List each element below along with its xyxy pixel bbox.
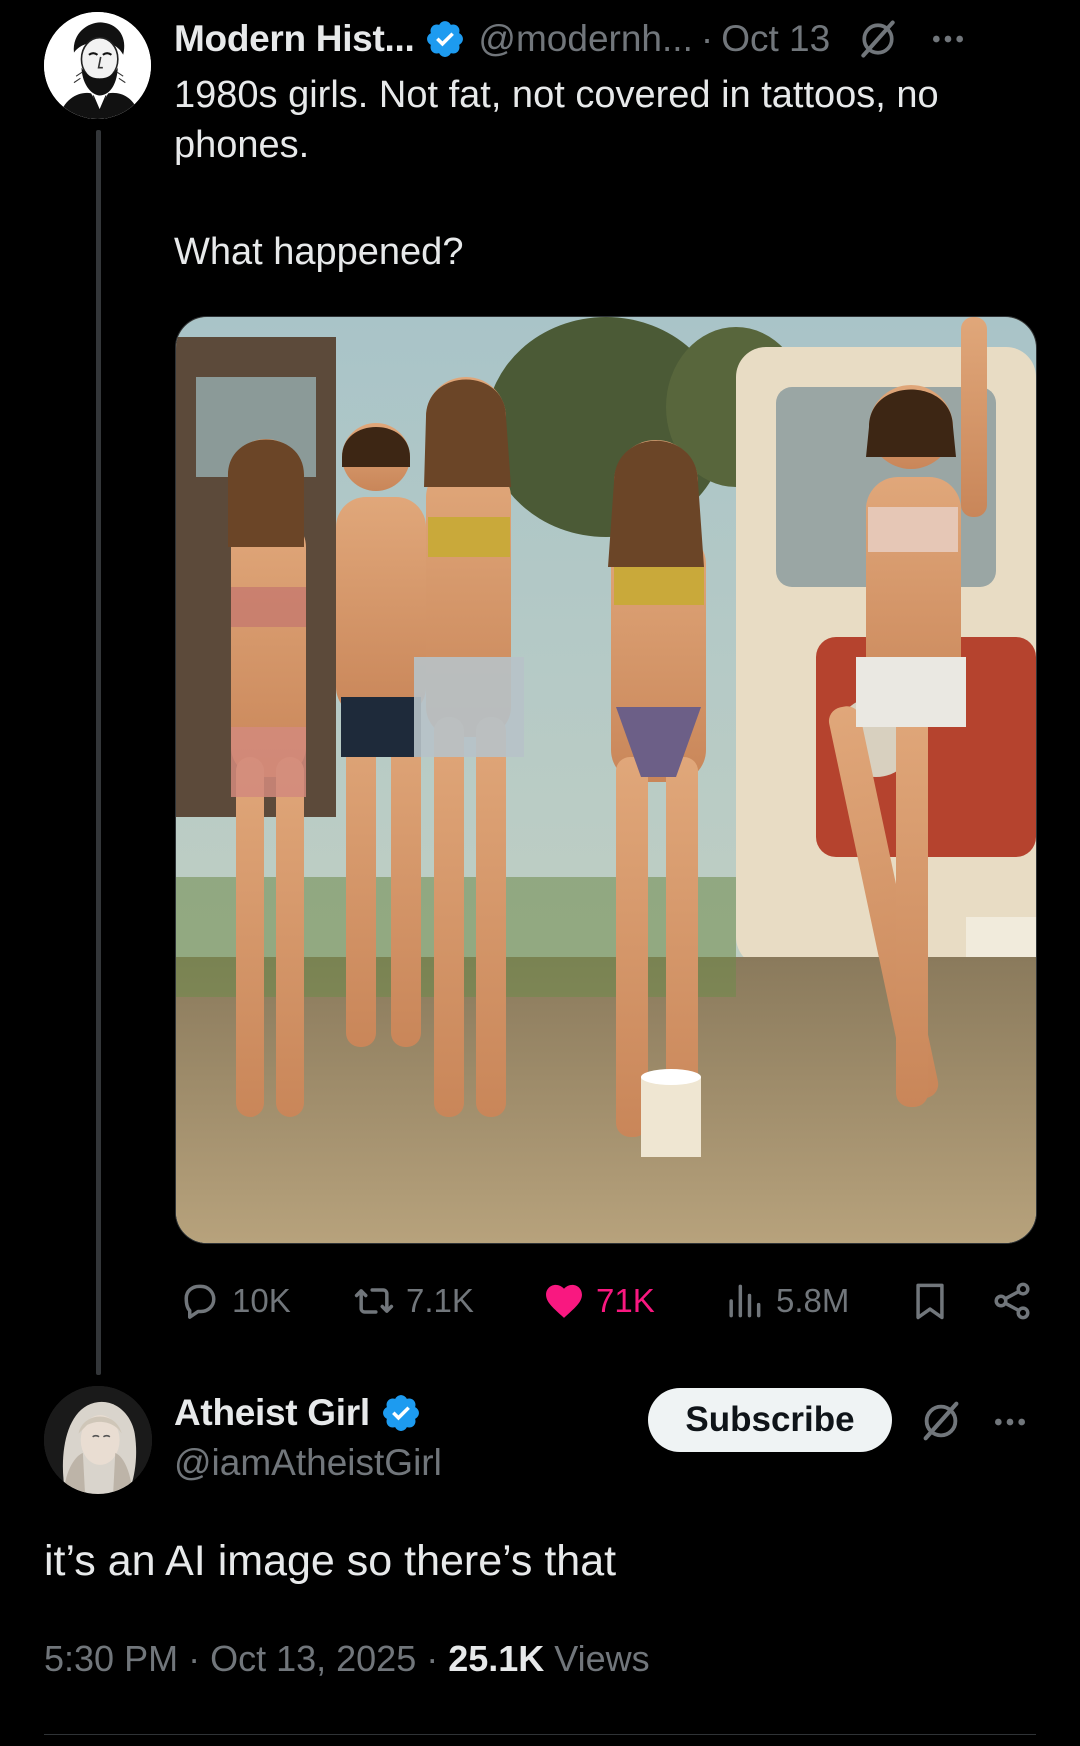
avatar[interactable]	[44, 1386, 152, 1494]
share-button[interactable]	[990, 1275, 1034, 1327]
tweet-metadata: 5:30 PM · Oct 13, 2025 · 25.1K Views	[44, 1638, 650, 1680]
heart-icon	[546, 1284, 582, 1318]
repost-button[interactable]: 7.1K	[352, 1275, 474, 1327]
tweet-photo[interactable]	[175, 316, 1037, 1244]
verified-badge-icon[interactable]	[380, 1392, 422, 1434]
photo-image	[176, 317, 1036, 1243]
grok-icon[interactable]	[918, 1398, 964, 1444]
views-label: Views	[544, 1638, 650, 1679]
divider	[44, 1734, 1036, 1735]
tweet-text-line: What happened?	[174, 231, 464, 273]
share-icon	[994, 1282, 1030, 1320]
views-count: 25.1K	[448, 1638, 545, 1679]
views-icon	[729, 1284, 761, 1318]
tweet-text-line: 1980s girls. Not fat, not covered in tat…	[174, 74, 939, 166]
like-button[interactable]: 71K	[542, 1275, 655, 1327]
views-count: 5.8M	[776, 1282, 850, 1319]
handle[interactable]: @modernh...	[478, 18, 692, 60]
tweet-header: Modern Hist... @modernh... · Oct 13	[174, 14, 1044, 64]
verified-badge-icon[interactable]	[424, 18, 466, 60]
tweet-actions: 10K 7.1K 71K 5.8M	[174, 1275, 1044, 1327]
reply-button[interactable]: 10K	[178, 1275, 291, 1327]
like-count: 71K	[596, 1282, 655, 1319]
profile-photo-icon	[44, 1386, 152, 1494]
more-icon[interactable]	[928, 19, 968, 59]
separator: ·	[416, 1638, 449, 1679]
tweet-date[interactable]: Oct 13, 2025	[210, 1638, 416, 1679]
tweet-body: 1980s girls. Not fat, not covered in tat…	[174, 70, 1034, 277]
timestamp[interactable]: Oct 13	[721, 18, 830, 60]
reply-icon	[184, 1284, 216, 1319]
reply-header: Atheist Girl	[174, 1388, 422, 1438]
display-name[interactable]: Modern Hist...	[174, 18, 415, 60]
reply-text: it’s an AI image so there’s that	[44, 1537, 617, 1585]
separator: ·	[178, 1638, 211, 1679]
subscribe-button[interactable]: Subscribe	[648, 1388, 892, 1452]
repost-count: 7.1K	[406, 1282, 474, 1319]
bookmark-icon	[916, 1283, 944, 1320]
tweet-time[interactable]: 5:30 PM	[44, 1638, 178, 1679]
reply-count: 10K	[232, 1282, 291, 1319]
repost-icon	[354, 1288, 394, 1314]
display-name[interactable]: Atheist Girl	[174, 1392, 370, 1434]
views-button[interactable]: 5.8M	[722, 1275, 849, 1327]
bookmark-button[interactable]	[908, 1275, 952, 1327]
thread-connector-line	[96, 130, 101, 1375]
avatar[interactable]	[44, 12, 151, 119]
grok-icon[interactable]	[856, 17, 900, 61]
more-icon[interactable]	[990, 1402, 1030, 1442]
handle[interactable]: @iamAtheistGirl	[174, 1442, 442, 1484]
separator: ·	[700, 18, 714, 59]
tweet-thread: Modern Hist... @modernh... · Oct 13 1980…	[0, 0, 1080, 1746]
lincoln-portrait-icon	[44, 12, 151, 119]
